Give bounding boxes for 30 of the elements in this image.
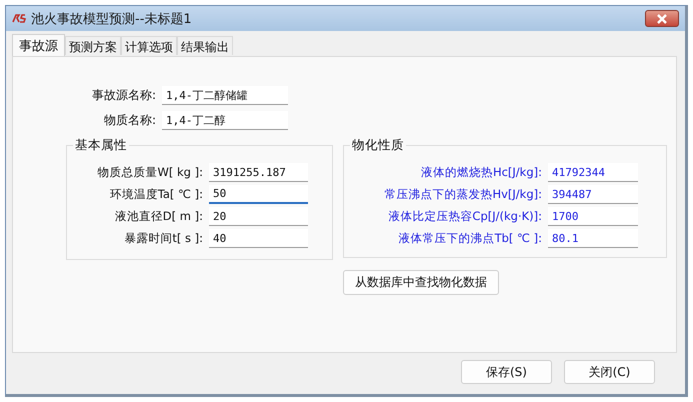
input-field[interactable]: 20 — [209, 207, 308, 226]
input-field[interactable]: 1700 — [548, 207, 638, 226]
group-title: 基本属性 — [73, 137, 129, 154]
field-label: 常压沸点下的蒸发热Hv[J/kg]: — [383, 187, 542, 202]
tab[interactable]: 事故源 — [12, 34, 65, 56]
input-field[interactable]: 50 — [209, 185, 308, 204]
lookup-button[interactable]: 从数据库中查找物化数据 — [343, 270, 499, 295]
field-label: 环境温度Ta[ ℃ ]: — [108, 187, 203, 202]
window-title: 池火事故模型预测--未标题1 — [31, 10, 193, 28]
field-label: 液池直径D[ m ]: — [114, 209, 203, 224]
input-field[interactable]: 1,4-丁二醇储罐 — [162, 86, 288, 105]
input-field[interactable]: 1,4-丁二醇 — [162, 111, 288, 130]
field-label: 事故源名称: — [90, 87, 156, 104]
field-label: 物质名称: — [102, 112, 156, 129]
input-field[interactable]: 40 — [209, 229, 308, 248]
tab[interactable]: 计算选项 — [121, 36, 177, 55]
input-field[interactable]: 80.1 — [548, 229, 638, 248]
field-label: 液体比定压热容Cp[J/(kg·K)]: — [387, 209, 542, 224]
dialog-button[interactable]: 保存(S) — [461, 360, 552, 384]
tab[interactable]: 结果输出 — [177, 36, 233, 55]
field-label: 物质总质量W[ kg ]: — [96, 165, 203, 180]
field-label: 液体的燃烧热Hc[J/kg]: — [420, 165, 542, 180]
input-field[interactable]: 41792344 — [548, 163, 638, 182]
tab[interactable]: 预测方案 — [65, 36, 121, 55]
field-label: 暴露时间t[ s ]: — [123, 231, 203, 246]
input-field[interactable]: 3191255.187 — [209, 163, 308, 182]
field-label: 液体常压下的沸点Tb[ ℃ ]: — [398, 231, 542, 246]
input-field[interactable]: 394487 — [548, 185, 638, 204]
dialog-button[interactable]: 关闭(C) — [564, 360, 655, 384]
group-title: 物化性质 — [350, 137, 406, 154]
